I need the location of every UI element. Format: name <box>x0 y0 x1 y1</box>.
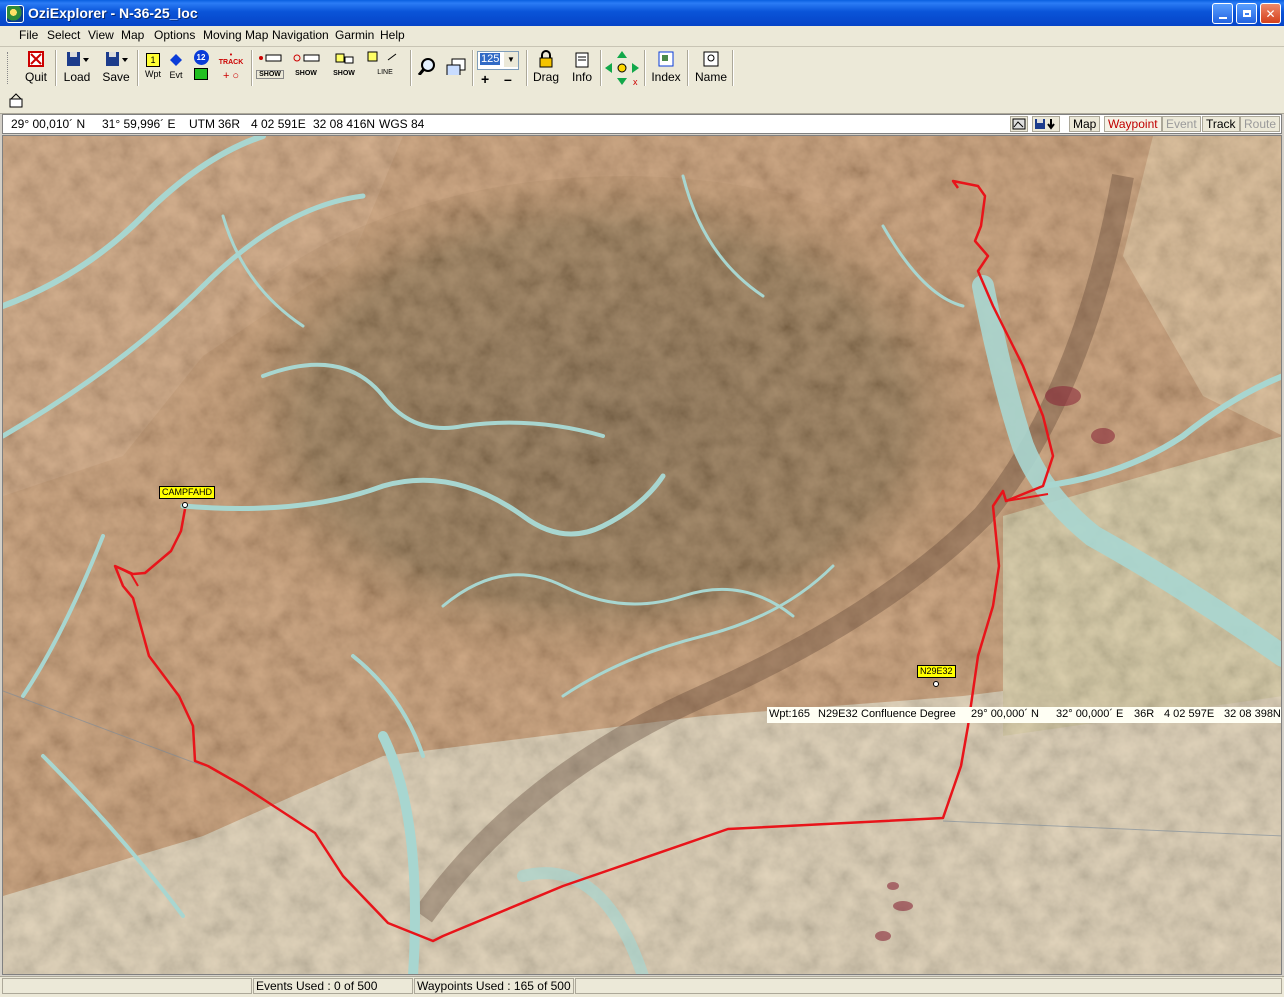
maximize-button[interactable] <box>1236 3 1257 24</box>
secondary-toolbar <box>0 89 1284 114</box>
status-panel-right <box>575 978 1282 994</box>
load-button[interactable]: Load <box>62 49 92 87</box>
zoom-control: 125 ▼ + – <box>476 49 520 87</box>
svg-text:x: x <box>633 77 638 87</box>
toolbar-grip[interactable] <box>7 52 11 84</box>
status-panel-empty <box>2 978 252 994</box>
index-button[interactable]: Index <box>650 49 682 87</box>
utm-zone: 36R <box>218 117 241 131</box>
green-square-icon <box>194 68 208 80</box>
waypoint-n29e32-marker[interactable] <box>933 681 939 687</box>
menu-help[interactable]: Help <box>380 28 405 42</box>
menu-garmin[interactable]: Garmin <box>335 28 374 42</box>
track-button[interactable]: • TRACK + ○ <box>217 49 245 87</box>
print-map-button[interactable] <box>1010 116 1028 132</box>
pan-control[interactable]: x <box>603 49 641 87</box>
main-toolbar: Quit Load Save 1 Wpt Evt 12 • TRACK + ○ <box>0 47 1284 89</box>
zoom-select[interactable]: 125 ▼ <box>477 51 519 70</box>
utm-northing: 32 08 416N <box>313 117 376 131</box>
utm-easting: 4 02 591E <box>251 117 306 131</box>
waypoint-list-button[interactable]: 12 <box>191 49 211 87</box>
evt-button[interactable]: Evt <box>166 49 186 87</box>
longitude-readout: 31° 59,996´ E <box>102 117 176 131</box>
show-route-button[interactable]: SHOW <box>256 49 284 87</box>
map-windows-button[interactable] <box>444 49 468 87</box>
tab-map[interactable]: Map <box>1069 116 1101 132</box>
find-button[interactable] <box>416 49 438 87</box>
window-title: OziExplorer - N-36-25_loc <box>28 5 198 21</box>
waypoint-campfahd-label[interactable]: CAMPFAHD <box>159 486 216 499</box>
wpt-button[interactable]: 1 Wpt <box>143 49 163 87</box>
magnifier-icon <box>417 58 435 75</box>
quit-button[interactable]: Quit <box>22 49 50 87</box>
info-button[interactable]: Info <box>568 49 596 87</box>
menu-moving-map[interactable]: Moving Map <box>203 28 268 42</box>
waypoint-n29e32-label[interactable]: N29E32 <box>917 665 956 678</box>
waypoints-show-icon <box>293 54 320 62</box>
name-search-button[interactable]: Name <box>694 49 728 87</box>
menu-file[interactable]: File <box>19 28 38 42</box>
close-button[interactable]: ✕ <box>1260 3 1281 24</box>
save-view-button[interactable] <box>1032 116 1060 132</box>
save-disk-icon <box>106 52 128 66</box>
zoom-out-icon[interactable]: – <box>504 71 512 87</box>
menu-options[interactable]: Options <box>154 28 195 42</box>
waypoint-campfahd-marker[interactable] <box>182 502 188 508</box>
menu-select[interactable]: Select <box>47 28 80 42</box>
waypoint-badge-icon: 12 <box>193 50 209 65</box>
close-icon: ✕ <box>1265 6 1276 21</box>
pan-arrows-icon: x <box>605 51 639 87</box>
chevron-down-icon: ▼ <box>504 52 518 67</box>
save-arrow-icon <box>1035 119 1055 130</box>
map-image-icon <box>1012 118 1026 130</box>
tab-route[interactable]: Route <box>1240 116 1281 132</box>
save-button[interactable]: Save <box>100 49 132 87</box>
windows-icon <box>446 58 466 75</box>
menu-map[interactable]: Map <box>121 28 144 42</box>
menu-bar: File Select View Map Options Moving Map … <box>0 26 1284 47</box>
menu-navigation[interactable]: Navigation <box>272 28 329 42</box>
load-disk-icon <box>67 52 89 66</box>
satellite-map <box>3 136 1281 974</box>
title-bar: OziExplorer - N-36-25_loc ✕ <box>0 0 1284 26</box>
waypoints-used: Waypoints Used : 165 of 500 <box>414 978 574 994</box>
map-tool-icon[interactable] <box>8 93 24 109</box>
quit-icon <box>28 51 44 67</box>
minimize-button[interactable] <box>1212 3 1233 24</box>
name-search-icon <box>703 51 719 67</box>
waypoint-info-popup: Wpt:165 N29E32 Confluence Degree 29° 00,… <box>767 707 1281 723</box>
latitude-readout: 29° 00,010´ N <box>11 117 86 131</box>
line-tools-button[interactable]: LINE <box>365 49 405 87</box>
datum-readout: WGS 84 <box>379 117 425 131</box>
status-bar: Events Used : 0 of 500 Waypoints Used : … <box>0 976 1284 997</box>
event-diamond-icon <box>170 54 182 66</box>
show-events-button[interactable]: SHOW <box>330 49 358 87</box>
line-tool-icon <box>367 51 397 62</box>
drag-button[interactable]: Drag <box>531 49 561 87</box>
track-plus-icon: + ○ <box>222 70 240 82</box>
events-used: Events Used : 0 of 500 <box>253 978 413 994</box>
route-icon <box>259 54 282 62</box>
minimize-icon <box>1218 16 1227 19</box>
index-map-icon <box>658 51 674 67</box>
utm-label: UTM <box>189 117 215 131</box>
lock-icon <box>539 50 553 68</box>
tab-waypoint[interactable]: Waypoint <box>1104 116 1162 132</box>
tab-event[interactable]: Event <box>1162 116 1201 132</box>
wpt-number-icon: 1 <box>146 53 160 67</box>
show-waypoints-button[interactable]: SHOW <box>291 49 321 87</box>
app-globe-icon <box>6 5 24 23</box>
map-canvas[interactable]: CAMPFAHD N29E32 Wpt:165 N29E32 Confluenc… <box>2 135 1282 975</box>
events-show-icon <box>335 53 354 64</box>
tab-track[interactable]: Track <box>1202 116 1240 132</box>
track-label: • TRACK <box>218 52 244 66</box>
position-readout: 29° 00,010´ N 31° 59,996´ E UTM 36R 4 02… <box>2 114 1282 134</box>
menu-view[interactable]: View <box>88 28 114 42</box>
restore-icon <box>1242 10 1251 17</box>
info-document-icon <box>575 52 589 68</box>
zoom-in-icon[interactable]: + <box>481 71 489 87</box>
